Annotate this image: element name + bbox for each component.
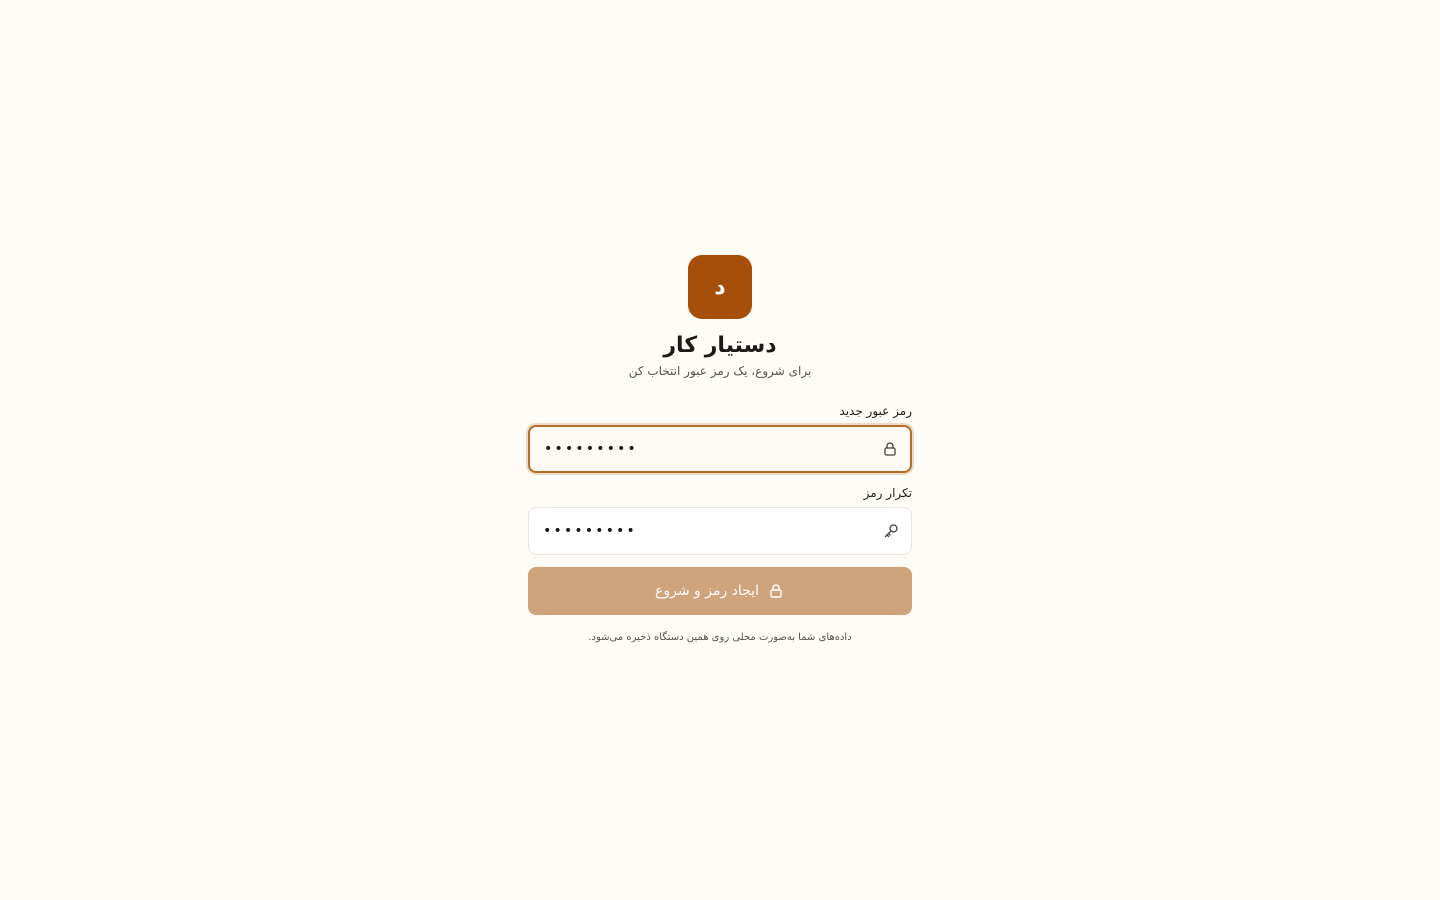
create-password-button-label: ایجاد رمز و شروع bbox=[655, 583, 759, 599]
app-title: دستیار کار bbox=[663, 333, 777, 358]
new-password-label: رمز عبور جدید bbox=[839, 404, 912, 418]
app-logo: د bbox=[688, 255, 752, 319]
app-subtitle: برای شروع، یک رمز عبور انتخاب کن bbox=[628, 364, 812, 378]
password-setup-card: د دستیار کار برای شروع، یک رمز عبور انتخ… bbox=[528, 255, 912, 645]
local-storage-note: داده‌های شما به‌صورت محلی روی همین دستگا… bbox=[588, 632, 852, 643]
app-logo-letter: د bbox=[714, 274, 726, 300]
create-password-button[interactable]: ایجاد رمز و شروع bbox=[528, 567, 912, 615]
setup-password-page: د دستیار کار برای شروع، یک رمز عبور انتخ… bbox=[0, 0, 1440, 900]
key-icon bbox=[882, 522, 900, 540]
confirm-password-input[interactable] bbox=[529, 508, 911, 554]
confirm-password-field[interactable] bbox=[528, 507, 912, 555]
confirm-password-label: تکرار رمز bbox=[863, 486, 912, 500]
lock-icon bbox=[767, 582, 785, 600]
new-password-input[interactable] bbox=[530, 427, 910, 471]
new-password-field[interactable] bbox=[528, 425, 912, 473]
lock-icon bbox=[881, 440, 899, 458]
